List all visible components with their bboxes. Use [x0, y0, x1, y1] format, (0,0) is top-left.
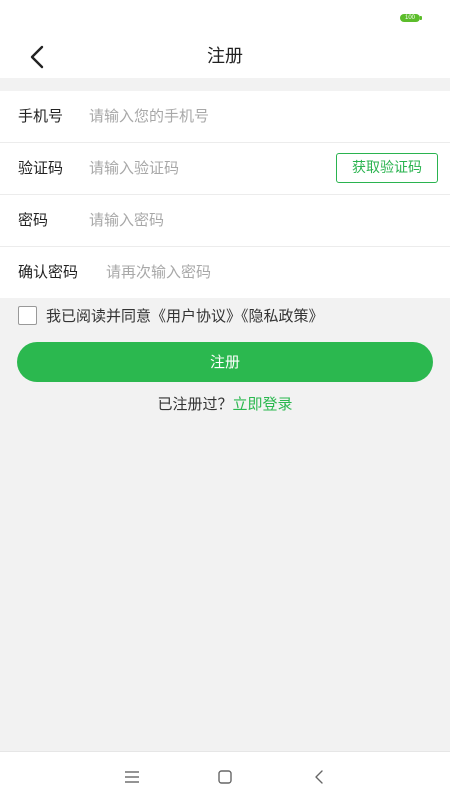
- code-row: 验证码 获取验证码: [0, 143, 450, 195]
- system-nav-bar: [0, 751, 450, 800]
- password-input[interactable]: [89, 205, 419, 235]
- battery-icon: 100: [400, 14, 422, 22]
- back-icon: [315, 770, 323, 784]
- home-button[interactable]: [214, 766, 236, 788]
- chevron-left-icon: [30, 45, 44, 69]
- agreement-text: 我已阅读并同意《用户协议》《隐私政策》: [46, 306, 324, 326]
- code-label: 验证码: [18, 159, 64, 177]
- back-button[interactable]: [22, 42, 56, 72]
- agreement-prefix: 我已阅读并同意: [46, 307, 152, 325]
- home-icon: [218, 770, 232, 784]
- page-title: 注册: [207, 46, 243, 67]
- phone-row: 手机号: [0, 91, 450, 143]
- phone-label: 手机号: [18, 107, 64, 125]
- menu-button[interactable]: [121, 766, 143, 788]
- agreement-checkbox[interactable]: [18, 306, 37, 325]
- confirm-label: 确认密码: [18, 263, 79, 281]
- password-row: 密码: [0, 195, 450, 247]
- login-prompt-text: 已注册过？: [157, 395, 233, 413]
- confirm-password-input[interactable]: [106, 257, 426, 287]
- menu-icon: [125, 771, 139, 783]
- title-bar: 注册: [0, 36, 450, 78]
- get-code-button[interactable]: 获取验证码: [336, 153, 438, 183]
- battery-level: 100: [404, 15, 415, 21]
- phone-input[interactable]: [89, 101, 419, 131]
- login-link[interactable]: 立即登录: [233, 395, 293, 413]
- code-input[interactable]: [89, 153, 319, 183]
- register-button[interactable]: 注册: [17, 342, 433, 382]
- confirm-row: 确认密码: [0, 247, 450, 298]
- privacy-policy-link[interactable]: 《隐私政策》: [241, 307, 324, 325]
- register-form: 手机号 验证码 获取验证码 密码 确认密码: [0, 91, 450, 298]
- login-prompt: 已注册过？立即登录: [0, 394, 450, 414]
- password-label: 密码: [18, 211, 49, 229]
- status-bar: 100: [0, 0, 450, 36]
- user-agreement-link[interactable]: 《用户协议》: [151, 307, 241, 325]
- nav-back-button[interactable]: [308, 766, 330, 788]
